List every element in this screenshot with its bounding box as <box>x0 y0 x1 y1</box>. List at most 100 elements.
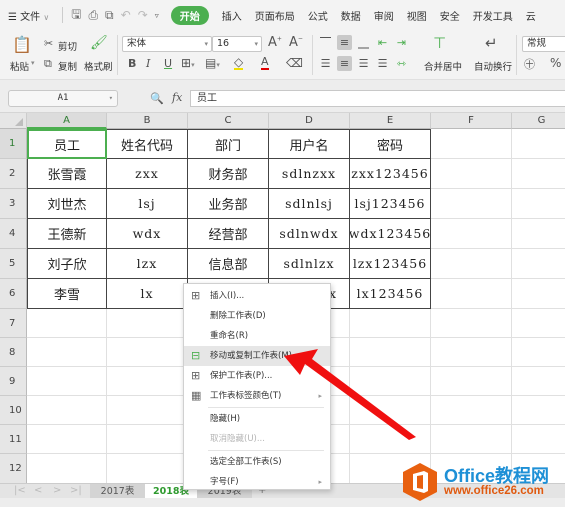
percent-button[interactable]: % <box>550 56 561 70</box>
name-box[interactable]: A1 ▾ <box>8 90 118 107</box>
paste-button[interactable]: 粘贴 <box>10 59 29 73</box>
cell-g7[interactable] <box>512 309 565 338</box>
cell-c1[interactable]: 部门 <box>188 129 269 159</box>
cell-a6[interactable]: 李雪 <box>27 279 107 309</box>
cell-f4[interactable] <box>431 219 512 249</box>
increase-indent-button[interactable]: ⇥ <box>394 35 409 50</box>
decrease-indent-button[interactable]: ⇤ <box>375 35 390 50</box>
cell-g10[interactable] <box>512 396 565 425</box>
row-header-6[interactable]: 6 <box>0 279 27 309</box>
underline-button[interactable]: U <box>164 57 172 70</box>
row-header-4[interactable]: 4 <box>0 219 27 249</box>
cell-b4[interactable]: wdx <box>107 219 188 249</box>
cell-f3[interactable] <box>431 189 512 219</box>
cell-f11[interactable] <box>431 425 512 454</box>
row-header-9[interactable]: 9 <box>0 367 27 396</box>
cell-b10[interactable] <box>107 396 188 425</box>
cell-e5[interactable]: lzx123456 <box>350 249 431 279</box>
cell-g3[interactable] <box>512 189 565 219</box>
cell-e10[interactable] <box>350 396 431 425</box>
increase-font-icon[interactable]: A+ <box>268 35 282 50</box>
font-size-select[interactable]: 16 ▾ <box>212 36 262 52</box>
cell-g1[interactable] <box>512 129 565 159</box>
row-header-8[interactable]: 8 <box>0 338 27 367</box>
format-painter-button[interactable]: 格式刷 <box>84 59 113 73</box>
tab-developer[interactable]: 开发工具 <box>473 8 513 23</box>
menu-item-font-size[interactable]: 字号(F) ▸ <box>184 472 330 492</box>
wrap-text-button[interactable]: 自动换行 <box>474 59 512 73</box>
distributed-button[interactable]: ⇿ <box>394 56 409 71</box>
cell-a11[interactable] <box>27 425 107 454</box>
cell-b3[interactable]: lsj <box>107 189 188 219</box>
menu-item-protect-sheet[interactable]: ⊞ 保护工作表(P)... <box>184 366 330 386</box>
cell-f9[interactable] <box>431 367 512 396</box>
tab-view[interactable]: 视图 <box>407 8 427 23</box>
paste-icon[interactable]: 📋 <box>12 35 32 54</box>
align-left-button[interactable]: ☰ <box>318 56 333 71</box>
font-name-select[interactable]: 宋体 ▾ <box>122 36 212 52</box>
cell-e2[interactable]: zxx123456 <box>350 159 431 189</box>
column-header-b[interactable]: B <box>107 113 188 129</box>
wrap-text-icon[interactable]: ↵ <box>485 34 498 52</box>
column-header-f[interactable]: F <box>431 113 512 129</box>
cell-style-icon[interactable]: ▤▾ <box>205 56 220 70</box>
cell-f2[interactable] <box>431 159 512 189</box>
cell-a9[interactable] <box>27 367 107 396</box>
eraser-icon[interactable]: ⌫ <box>286 56 303 70</box>
bold-button[interactable]: B <box>128 57 136 70</box>
customize-icon[interactable]: ▿ <box>155 11 159 20</box>
cell-g6[interactable] <box>512 279 565 309</box>
cell-g2[interactable] <box>512 159 565 189</box>
font-color-icon[interactable]: A <box>261 56 269 70</box>
justify-button[interactable]: ☰ <box>375 56 390 71</box>
cell-f6[interactable] <box>431 279 512 309</box>
cell-c2[interactable]: 财务部 <box>188 159 269 189</box>
tab-data[interactable]: 数据 <box>341 8 361 23</box>
cell-b7[interactable] <box>107 309 188 338</box>
cell-g5[interactable] <box>512 249 565 279</box>
print-preview-icon[interactable]: ⧉ <box>105 8 114 23</box>
row-header-10[interactable]: 10 <box>0 396 27 425</box>
cell-e6[interactable]: lx123456 <box>350 279 431 309</box>
tab-cloud[interactable]: 云 <box>526 8 536 23</box>
format-painter-icon[interactable]: 🖌 <box>90 35 108 51</box>
menu-item-move-copy-sheet[interactable]: ⊟ 移动或复制工作表(M)... <box>184 346 330 366</box>
cell-a10[interactable] <box>27 396 107 425</box>
cell-b12[interactable] <box>107 454 188 483</box>
tab-review[interactable]: 审阅 <box>374 8 394 23</box>
cell-a5[interactable]: 刘子欣 <box>27 249 107 279</box>
cell-a3[interactable]: 刘世杰 <box>27 189 107 219</box>
row-header-5[interactable]: 5 <box>0 249 27 279</box>
tab-security[interactable]: 安全 <box>440 8 460 23</box>
cell-d2[interactable]: sdlnzxx <box>269 159 350 189</box>
cell-d4[interactable]: sdlnwdx <box>269 219 350 249</box>
borders-icon[interactable]: ⊞▾ <box>181 56 195 70</box>
tab-home[interactable]: 开始 <box>170 5 209 25</box>
cell-f10[interactable] <box>431 396 512 425</box>
tab-insert[interactable]: 插入 <box>222 8 242 23</box>
merge-center-icon[interactable]: ⊤ <box>433 34 446 52</box>
copy-button[interactable]: 复制 <box>58 59 77 73</box>
cell-b1[interactable]: 姓名代码 <box>107 129 188 159</box>
cell-a4[interactable]: 王德新 <box>27 219 107 249</box>
cell-g11[interactable] <box>512 425 565 454</box>
cell-c5[interactable]: 信息部 <box>188 249 269 279</box>
italic-button[interactable]: I <box>146 57 150 70</box>
cell-b8[interactable] <box>107 338 188 367</box>
cell-e1[interactable]: 密码 <box>350 129 431 159</box>
cell-d3[interactable]: sdlnlsj <box>269 189 350 219</box>
cell-f7[interactable] <box>431 309 512 338</box>
cell-c4[interactable]: 经营部 <box>188 219 269 249</box>
save-icon[interactable]: 🖫 <box>71 5 81 26</box>
file-menu[interactable]: ☰ 文件 ∨ <box>8 8 49 23</box>
align-center-button[interactable]: ≡ <box>337 56 352 71</box>
cell-b2[interactable]: zxx <box>107 159 188 189</box>
menu-item-rename[interactable]: 重命名(R) <box>184 326 330 346</box>
row-header-12[interactable]: 12 <box>0 454 27 483</box>
cell-g8[interactable] <box>512 338 565 367</box>
next-sheet-icon[interactable]: > <box>53 484 61 498</box>
cell-a2[interactable]: 张雪霞 <box>27 159 107 189</box>
cell-g4[interactable] <box>512 219 565 249</box>
row-header-3[interactable]: 3 <box>0 189 27 219</box>
cell-f8[interactable] <box>431 338 512 367</box>
